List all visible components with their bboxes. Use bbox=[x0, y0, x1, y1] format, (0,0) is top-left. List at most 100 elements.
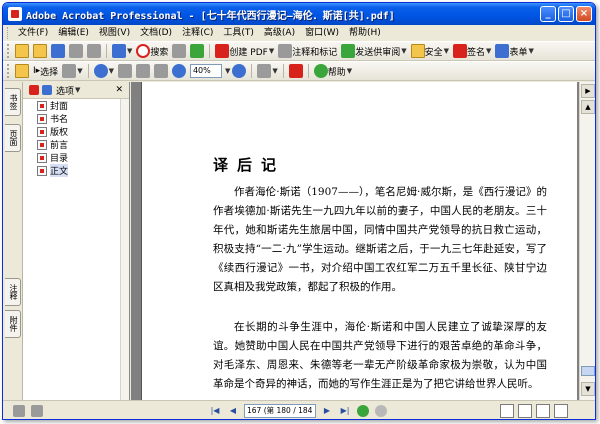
pdf-page: 译后记 作者海伦·斯诺（1907——），笔名尼姆·威尔斯，是《西行漫记》的作者埃… bbox=[141, 82, 577, 400]
zoom-in-icon bbox=[93, 64, 108, 78]
bookmarks-panel: 选项 ▼ ✕ 封面 书名 版权 前言 目录 正文 bbox=[23, 82, 130, 400]
close-icon[interactable]: × bbox=[576, 6, 592, 22]
toolbar-separator bbox=[282, 64, 284, 78]
delete-bookmark-icon[interactable] bbox=[29, 85, 39, 95]
previous-view-icon[interactable] bbox=[357, 405, 369, 417]
select-tool-button[interactable]: I▸ 选择 bbox=[31, 63, 60, 79]
facing-view-icon[interactable] bbox=[536, 404, 550, 418]
attach-icon bbox=[190, 44, 205, 58]
forms-button[interactable]: 表单 ▼ bbox=[493, 43, 535, 59]
navigation-toolbar: I▸ 选择 ▼ ▼ 40% ▼ ▼ 帮助 ▼ bbox=[3, 61, 595, 81]
search-label: 搜索 bbox=[150, 47, 169, 58]
actual-size-button[interactable] bbox=[116, 63, 134, 79]
menu-view[interactable]: 视图(V) bbox=[94, 26, 135, 40]
menu-comments[interactable]: 注释(C) bbox=[177, 26, 218, 40]
security-button[interactable]: 安全 ▼ bbox=[409, 43, 451, 59]
create-pdf-icon bbox=[215, 44, 230, 58]
navigation-tabs: 书签 页面 注释 附件 bbox=[3, 82, 23, 400]
new-bookmark-icon[interactable] bbox=[42, 85, 52, 95]
maximize-icon[interactable]: □ bbox=[558, 6, 574, 22]
chevron-down-icon: ▼ bbox=[268, 47, 275, 55]
fit-page-button[interactable] bbox=[134, 63, 152, 79]
scroll-down-icon[interactable]: ▼ bbox=[581, 382, 595, 396]
save-button[interactable] bbox=[49, 43, 67, 59]
panel-collapse-icon[interactable]: ▶ bbox=[581, 84, 595, 98]
hand-icon bbox=[15, 64, 29, 78]
panel-scrollbar[interactable] bbox=[120, 99, 129, 400]
toolbar-grip bbox=[7, 44, 10, 58]
scroll-thumb[interactable] bbox=[581, 366, 595, 376]
bookmark-page-icon bbox=[37, 139, 47, 150]
zoom-in-button[interactable] bbox=[230, 63, 248, 79]
sign-button[interactable]: 签名 ▼ bbox=[451, 43, 493, 59]
review-button[interactable]: 注释和标记 bbox=[276, 43, 339, 59]
bookmark-label: 封面 bbox=[50, 102, 69, 112]
bookmark-item[interactable]: 前言 bbox=[23, 138, 129, 151]
rotate-icon bbox=[257, 64, 272, 78]
tab-attachments[interactable]: 附件 bbox=[5, 310, 21, 338]
camera-icon bbox=[62, 64, 77, 78]
bookmark-item-selected[interactable]: 正文 bbox=[23, 164, 129, 177]
zoom-tool-button[interactable]: ▼ bbox=[92, 63, 116, 79]
send-review-button[interactable]: 发送供审阅 ▼ bbox=[339, 43, 408, 59]
minimize-icon[interactable]: _ bbox=[540, 6, 556, 22]
rotate-button[interactable]: ▼ bbox=[255, 63, 279, 79]
chevron-down-icon: ▼ bbox=[77, 67, 83, 75]
create-pdf-button[interactable]: 创建 PDF ▼ bbox=[213, 43, 276, 59]
menu-document[interactable]: 文档(D) bbox=[135, 26, 177, 40]
send-review-icon bbox=[341, 44, 356, 58]
attach-button[interactable] bbox=[188, 43, 206, 59]
tab-pages[interactable]: 页面 bbox=[5, 124, 21, 152]
open-button[interactable] bbox=[13, 43, 31, 59]
bookmark-item[interactable]: 封面 bbox=[23, 99, 129, 112]
email-button[interactable] bbox=[85, 43, 103, 59]
help-button[interactable]: 帮助 ▼ bbox=[312, 63, 354, 79]
single-page-view-icon[interactable] bbox=[500, 404, 514, 418]
organizer-button[interactable] bbox=[31, 43, 49, 59]
toolbar-separator bbox=[251, 64, 253, 78]
pen-button[interactable]: ▼ bbox=[110, 43, 134, 59]
menu-window[interactable]: 窗口(W) bbox=[300, 26, 344, 40]
next-view-icon[interactable] bbox=[375, 405, 387, 417]
menu-tools[interactable]: 工具(T) bbox=[218, 26, 259, 40]
tab-comments[interactable]: 注释 bbox=[5, 278, 21, 306]
last-page-icon[interactable]: ▶| bbox=[338, 404, 352, 418]
actual-size-icon bbox=[117, 64, 132, 78]
close-panel-icon[interactable]: ✕ bbox=[115, 85, 123, 95]
zoom-out-button[interactable] bbox=[170, 63, 188, 79]
menu-edit[interactable]: 编辑(E) bbox=[53, 26, 94, 40]
scroll-up-icon[interactable]: ▲ bbox=[581, 100, 595, 114]
bookmark-item[interactable]: 目录 bbox=[23, 151, 129, 164]
sign-pen-icon bbox=[453, 44, 468, 58]
chevron-down-icon[interactable]: ▼ bbox=[75, 86, 80, 94]
zoom-plus-icon bbox=[232, 64, 247, 78]
bookmark-item[interactable]: 版权 bbox=[23, 125, 129, 138]
zoom-level-field[interactable]: 40% bbox=[189, 64, 222, 78]
previous-page-icon[interactable]: ◀ bbox=[226, 404, 240, 418]
document-scrollbar[interactable]: ▶ ▲ ▼ bbox=[579, 82, 595, 400]
menu-advanced[interactable]: 高级(A) bbox=[259, 26, 300, 40]
bookmark-item[interactable]: 书名 bbox=[23, 112, 129, 125]
bookmark-page-icon bbox=[37, 100, 47, 111]
menu-file[interactable]: 文件(F) bbox=[13, 26, 53, 40]
continuous-view-icon[interactable] bbox=[518, 404, 532, 418]
fit-width-button[interactable] bbox=[152, 63, 170, 79]
find-button[interactable] bbox=[170, 43, 188, 59]
print-button[interactable] bbox=[67, 43, 85, 59]
window-title: Adobe Acrobat Professional - [七十年代西行漫记—海… bbox=[26, 11, 395, 22]
first-page-icon[interactable]: |◀ bbox=[208, 404, 222, 418]
help-label: 帮助 bbox=[327, 67, 346, 78]
continuous-facing-view-icon[interactable] bbox=[554, 404, 568, 418]
search-button[interactable]: 搜索 bbox=[134, 43, 170, 59]
options-menu[interactable]: 选项 bbox=[56, 84, 74, 97]
yahoo-button[interactable] bbox=[287, 63, 305, 79]
page-number-field[interactable]: 167 (第 180 / 184 页) bbox=[244, 404, 316, 418]
select-label: 选择 bbox=[40, 67, 59, 78]
snapshot-button[interactable]: ▼ bbox=[60, 63, 84, 79]
chevron-down-icon: ▼ bbox=[486, 47, 492, 55]
chevron-down-icon: ▼ bbox=[127, 47, 133, 55]
menu-help[interactable]: 帮助(H) bbox=[344, 26, 386, 40]
hand-tool-button[interactable] bbox=[13, 63, 31, 79]
next-page-icon[interactable]: ▶ bbox=[320, 404, 334, 418]
tab-bookmarks[interactable]: 书签 bbox=[5, 88, 21, 116]
